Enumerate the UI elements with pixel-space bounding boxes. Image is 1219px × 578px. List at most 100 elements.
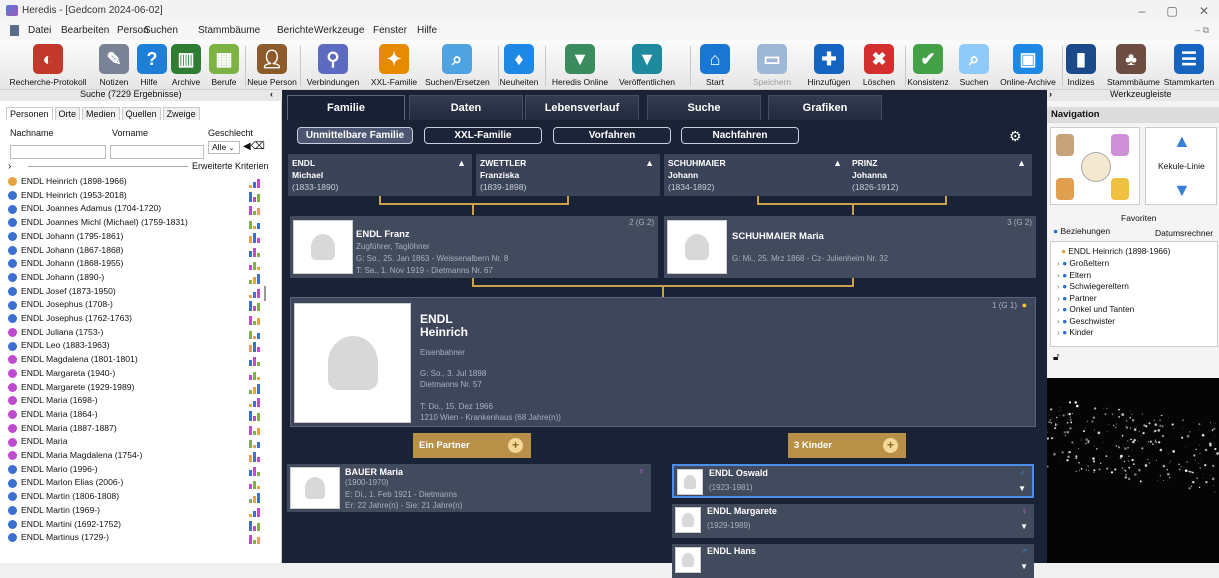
menu-item-datei[interactable]: Datei <box>28 25 51 36</box>
tree-item[interactable]: › ● Geschwister <box>1057 316 1115 326</box>
add-partner-icon[interactable]: + <box>508 438 523 453</box>
grandparent-card[interactable]: ENDLMichael(1833-1890)▲ <box>288 154 472 196</box>
list-item[interactable]: ENDL Martin (1806-1808) <box>8 491 263 505</box>
tree-item[interactable]: › ● Großeltern <box>1057 258 1109 268</box>
collapse-up-icon[interactable]: ▲ <box>833 157 842 169</box>
tab-daten[interactable]: Daten <box>409 95 523 120</box>
list-item[interactable]: ENDL Martinus (1729-) <box>8 532 263 546</box>
collapse-up-icon[interactable]: ▲ <box>457 157 466 169</box>
tab-orte[interactable]: Orte <box>55 107 81 120</box>
toolbar-online-archives-button[interactable]: ▣Online-Archive <box>1000 42 1056 88</box>
view-pill-1[interactable]: Unmittelbare Familie <box>297 127 413 144</box>
tree-item[interactable]: › ● Kinder <box>1057 327 1093 337</box>
tree-item[interactable]: › ● Schwiegereltern <box>1057 281 1129 291</box>
list-item[interactable]: ENDL Johann (1867-1868) <box>8 245 263 259</box>
list-item[interactable]: ENDL Juliana (1753-) <box>8 327 263 341</box>
main-person-card[interactable]: ENDL Heinrich Eisenbahner G: So., 3. Jul… <box>290 297 1036 427</box>
restore-button[interactable]: ▢ <box>1160 3 1184 19</box>
list-item[interactable]: ENDL Josephus (1762-1763) <box>8 313 263 327</box>
view-pill-3[interactable]: Vorfahren <box>553 127 671 144</box>
tab-zweige[interactable]: Zweige <box>163 107 200 120</box>
advanced-criteria-link[interactable]: Erweiterte Kriterien <box>192 161 269 171</box>
tree-item[interactable]: › ● Eltern <box>1057 270 1091 280</box>
toolbar-publish-button[interactable]: ▼Veröffentlichen <box>615 42 679 88</box>
list-item[interactable]: ENDL Josef (1873-1950) <box>8 286 263 300</box>
scrollbar-thumb[interactable] <box>264 286 266 301</box>
list-item[interactable]: ENDL Martin (1969-) <box>8 505 263 519</box>
list-item[interactable]: ENDL Josephus (1708-) <box>8 299 263 313</box>
tab-grafiken[interactable]: Grafiken <box>768 95 882 120</box>
toolbar-heredis-online-button[interactable]: ▼Heredis Online <box>550 42 610 88</box>
list-item[interactable]: ENDL Heinrich (1953-2018) <box>8 190 263 204</box>
arrow-down-icon[interactable]: ▼ <box>1173 180 1191 201</box>
toolbar-save-button[interactable]: ▭Speichern <box>752 42 792 88</box>
collapse-up-icon[interactable]: ▲ <box>1017 157 1026 169</box>
list-item[interactable]: ENDL Marlon Elias (2006-) <box>8 477 263 491</box>
list-item[interactable]: ENDL Leo (1883-1963) <box>8 340 263 354</box>
menu-item-werkzeuge[interactable]: Werkzeuge <box>314 25 364 36</box>
tab-suche[interactable]: Suche <box>647 95 761 120</box>
toolbar-connections-button[interactable]: ⚲Verbindungen <box>305 42 361 88</box>
expand-criteria-icon[interactable]: › <box>8 161 11 172</box>
list-item[interactable]: ENDL Heinrich (1898-1966) <box>8 176 263 190</box>
toolbar-family-cards-button[interactable]: ☰Stammkarten <box>1161 42 1217 88</box>
children-button[interactable]: 3 Kinder+ <box>788 433 906 458</box>
tab-quellen[interactable]: Quellen <box>122 107 161 120</box>
list-item[interactable]: ENDL Maria (1864-) <box>8 409 263 423</box>
gender-select[interactable]: Alle ⌄ <box>208 141 240 154</box>
clear-search-icon[interactable]: ◀⌫ <box>243 141 273 154</box>
menu-item-fenster[interactable]: Fenster <box>373 25 407 36</box>
toolbar-add-button[interactable]: ✚Hinzufügen <box>805 42 853 88</box>
settings-gear-icon[interactable]: ⚙ <box>1009 128 1022 145</box>
toolbar-archive-button[interactable]: ▥Archive <box>168 42 204 88</box>
toolbar-help-button[interactable]: ?Hilfe <box>137 42 161 88</box>
list-item[interactable]: ENDL Maria (1887-1887) <box>8 423 263 437</box>
child-card[interactable]: ENDL Oswald(1923-1981)♂▼ <box>672 464 1034 498</box>
close-button[interactable]: ✕ <box>1192 3 1216 19</box>
relations-tab[interactable]: ● Beziehungen <box>1053 226 1110 236</box>
tab-medien[interactable]: Medien <box>82 107 120 120</box>
toolbar-delete-button[interactable]: ✖Löschen <box>858 42 900 88</box>
list-item[interactable]: ENDL Margarete (1929-1989) <box>8 382 263 396</box>
toolbar-indexes-button[interactable]: ▮Indizes <box>1062 42 1100 88</box>
toolbar-professions-button[interactable]: ▦Berufe <box>208 42 240 88</box>
list-item[interactable]: ENDL Johann (1795-1861) <box>8 231 263 245</box>
expand-right-arrow[interactable]: › <box>1049 89 1052 99</box>
menu-item-berichte[interactable]: Berichte <box>277 25 314 36</box>
list-item[interactable]: ENDL Martini (1692-1752) <box>8 519 263 533</box>
mother-card[interactable]: SCHUHMAIER Maria G: Mi., 25. Mrz 1868 - … <box>664 216 1036 278</box>
grandparent-card[interactable]: PRINZJohanna(1826-1912)▲ <box>848 154 1032 196</box>
lock-icon[interactable]: 🔓︎ <box>1053 352 1059 363</box>
toolbar-home-button[interactable]: ⌂Start <box>700 42 730 88</box>
toolbar-notes-button[interactable]: ✎Notizen <box>95 42 133 88</box>
list-item[interactable]: ENDL Maria Magdalena (1754-) <box>8 450 263 464</box>
child-card[interactable]: ENDL Margarete(1929-1989)♀▼ <box>672 504 1034 538</box>
father-card[interactable]: ENDL Franz Zugführer, Taglöhner G: So., … <box>290 216 658 278</box>
toolbar-search-button[interactable]: ⌕Suchen <box>958 42 990 88</box>
toolbar-search-replace-button[interactable]: ⌕Suchen/Ersetzen <box>425 42 489 88</box>
mdi-controls[interactable]: – ⧉ <box>1195 25 1209 36</box>
tree-root[interactable]: ● ENDL Heinrich (1898-1966) <box>1061 246 1170 256</box>
partner-card[interactable]: BAUER Maria (1900-1970) E: Di., 1. Feb 1… <box>287 464 651 512</box>
list-item[interactable]: ENDL Margareta (1940-) <box>8 368 263 382</box>
firstname-input[interactable] <box>110 145 204 159</box>
list-item[interactable]: ENDL Johann (1868-1955) <box>8 258 263 272</box>
toolbar-family-tree-button[interactable]: ♣Stammbäume <box>1107 42 1155 88</box>
list-item[interactable]: ENDL Magdalena (1801-1801) <box>8 354 263 368</box>
child-card[interactable]: ENDL Hans♂▼ <box>672 544 1034 578</box>
grandparent-card[interactable]: ZWETTLERFranziska(1839-1898)▲ <box>476 154 660 196</box>
list-item[interactable]: ENDL Johann (1890-) <box>8 272 263 286</box>
chevron-down-icon[interactable]: ▼ <box>1018 484 1026 493</box>
family-navigator-graphic[interactable] <box>1050 127 1140 205</box>
lastname-input[interactable] <box>10 145 106 159</box>
minimize-button[interactable]: – <box>1130 3 1154 19</box>
toolbar-xxl-family-button[interactable]: ✦XXL-Familie <box>368 42 420 88</box>
lightbulb-icon[interactable]: ● <box>1022 300 1027 310</box>
menu-item-bearbeiten[interactable]: Bearbeiten <box>61 25 109 36</box>
list-item[interactable]: ENDL Joannes Adamus (1704-1720) <box>8 203 263 217</box>
add-child-icon[interactable]: + <box>883 438 898 453</box>
menu-item-suchen[interactable]: Suchen <box>144 25 178 36</box>
kekule-line-box[interactable]: ▲ Kekule-Linie ▼ <box>1145 127 1217 205</box>
date-calculator-tab[interactable]: Datumsrechner <box>1155 228 1213 238</box>
tab-familie[interactable]: Familie <box>287 95 405 120</box>
